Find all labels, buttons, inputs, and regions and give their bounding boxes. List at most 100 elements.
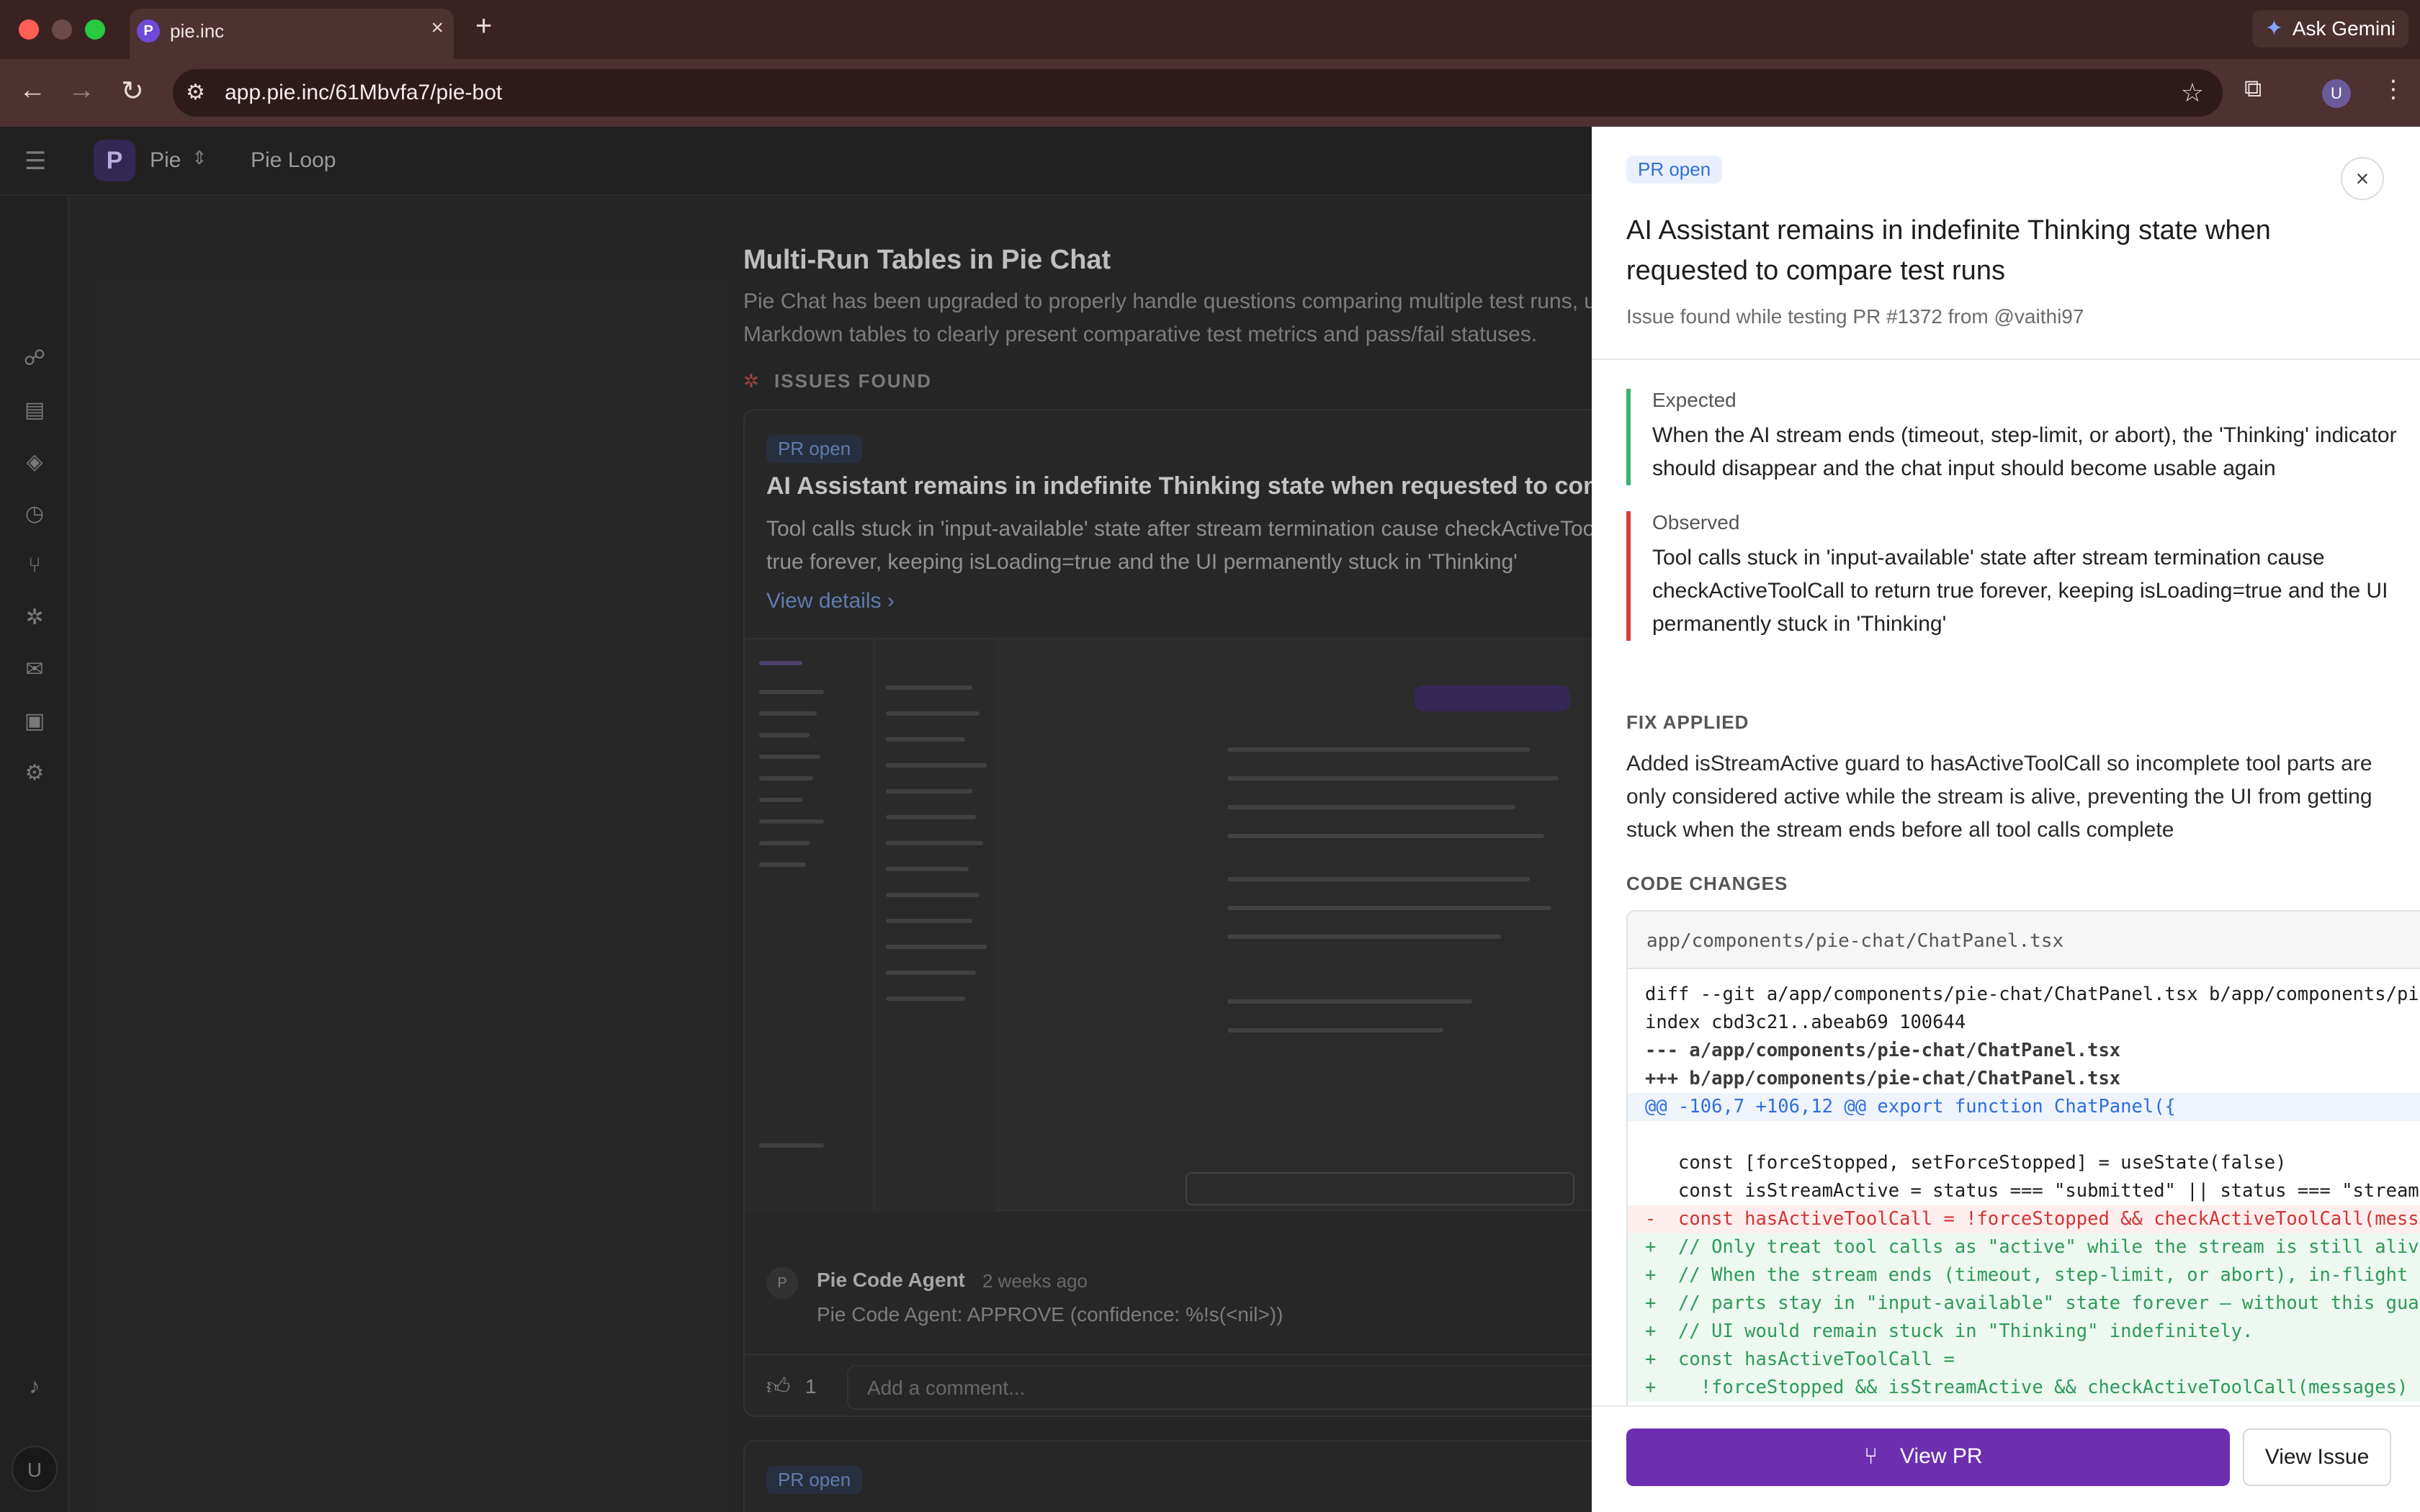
hamburger-menu-icon[interactable]: ☰: [24, 147, 46, 176]
like-count: 1: [805, 1375, 817, 1398]
view-pr-button[interactable]: ⑂ View PR: [1626, 1428, 2230, 1486]
code-diff[interactable]: app/components/pie-chat/ChatPanel.tsx di…: [1626, 910, 2420, 1414]
comment-placeholder: Add a comment...: [867, 1377, 1026, 1399]
browser-menu-icon[interactable]: ⋮: [2381, 75, 2406, 104]
code-line: + !forceStopped && isStreamActive && che…: [1628, 1374, 2420, 1402]
profile-avatar[interactable]: U: [2322, 79, 2351, 108]
browser-tab-bar: P pie.inc × + ✦ Ask Gemini: [0, 0, 2420, 59]
bookmark-star-icon[interactable]: ☆: [2181, 78, 2204, 108]
gemini-sparkle-icon: ✦: [2264, 17, 2283, 40]
status-badge: PR open: [1626, 156, 1723, 184]
pull-request-icon[interactable]: ⑂: [22, 553, 48, 579]
user-avatar[interactable]: U: [12, 1446, 58, 1492]
code-line: + // When the stream ends (timeout, step…: [1628, 1261, 2420, 1290]
browser-tab[interactable]: P pie.inc ×: [130, 9, 454, 59]
observed-label: Observed: [1652, 511, 1740, 534]
code-line: + const hasActiveToolCall =: [1628, 1346, 2420, 1374]
ask-gemini-button[interactable]: ✦ Ask Gemini: [2251, 10, 2408, 48]
code-line: - const hasActiveToolCall = !forceStoppe…: [1628, 1205, 2420, 1233]
chevron-right-icon: ›: [887, 589, 895, 613]
reload-icon[interactable]: ↻: [121, 75, 144, 107]
observed-box: Observed Tool calls stuck in 'input-avai…: [1626, 511, 2419, 641]
issues-found-text: ISSUES FOUND: [774, 370, 933, 392]
expected-text: When the AI stream ends (timeout, step-l…: [1652, 423, 2397, 480]
fix-applied-label: FIX APPLIED: [1626, 711, 1749, 733]
comment-author: Pie Code Agent: [817, 1269, 965, 1291]
app-window: ☰ P Pie ⇕ Pie Loop ☍ ▤ ◈ ◷ ⑂ ✲ ✉ ▣ ⚙ ♪ U…: [0, 127, 1592, 1512]
main-content: Multi-Run Tables in Pie Chat Pie Chat ha…: [69, 196, 1592, 1512]
settings-icon[interactable]: ⚙: [22, 760, 48, 786]
code-file-path: app/components/pie-chat/ChatPanel.tsx: [1628, 912, 2420, 969]
app-sidebar: ☍ ▤ ◈ ◷ ⑂ ✲ ✉ ▣ ⚙ ♪ U: [0, 196, 69, 1512]
address-bar[interactable]: ⚙ app.pie.inc/61Mbvfa7/pie-bot ☆: [173, 69, 2223, 117]
screenshot-sidebar: [745, 639, 874, 1212]
issues-found-label: ✲ ISSUES FOUND: [743, 370, 932, 392]
forward-arrow-icon[interactable]: →: [68, 75, 95, 106]
code-line: const [forceStopped, setForceStopped] = …: [1645, 1152, 2287, 1174]
window-minimize-button[interactable]: [52, 19, 72, 40]
comment-bar: 👍︎ 1 Add a comment...: [745, 1354, 1592, 1416]
layers-icon[interactable]: ◈: [22, 449, 48, 475]
code-line: @@ -106,7 +106,12 @@ export function Cha…: [1628, 1093, 2420, 1121]
code-lines: diff --git a/app/components/pie-chat/Cha…: [1628, 981, 2420, 1402]
window-close-button[interactable]: [19, 19, 39, 40]
groups-icon[interactable]: ☍: [22, 346, 48, 372]
drawer-title: AI Assistant remains in indefinite Think…: [1626, 215, 2271, 286]
app-header: ☰ P Pie ⇕ Pie Loop: [0, 127, 1592, 196]
screenshot-chat-input: [1186, 1172, 1574, 1205]
code-line: index cbd3c21..abeab69 100644: [1645, 1012, 1966, 1033]
bug-icon[interactable]: ✲: [22, 605, 48, 631]
expected-label: Expected: [1652, 389, 1736, 411]
code-line: + // parts stay in "input-available" sta…: [1628, 1290, 2420, 1318]
agent-avatar: P: [766, 1267, 798, 1299]
issue-screenshot[interactable]: [745, 638, 1592, 1212]
divider: [1592, 359, 2420, 360]
close-icon[interactable]: ×: [2341, 157, 2384, 200]
feature-title: Multi-Run Tables in Pie Chat: [743, 245, 1111, 275]
issue-card[interactable]: PR open: [743, 1440, 1592, 1512]
new-tab-icon[interactable]: +: [475, 10, 492, 42]
window-maximize-button[interactable]: [85, 19, 105, 40]
thumbs-up-icon[interactable]: 👍︎: [766, 1372, 790, 1400]
status-badge: PR open: [766, 1466, 863, 1494]
workspace-name[interactable]: Pie: [150, 148, 181, 173]
pull-request-icon: ⑂: [1864, 1443, 1878, 1469]
view-issue-button[interactable]: View Issue: [2243, 1428, 2391, 1486]
history-icon[interactable]: ◷: [22, 501, 48, 527]
bot-icon[interactable]: ▣: [22, 708, 48, 734]
expected-box: Expected When the AI stream ends (timeou…: [1626, 389, 2419, 485]
code-line: + // UI would remain stuck in "Thinking"…: [1628, 1318, 2420, 1346]
back-arrow-icon[interactable]: ←: [19, 75, 46, 106]
lens-search-icon[interactable]: ⧉: [2244, 75, 2262, 103]
screenshot-prompt-button: [1415, 685, 1570, 711]
comment-body: Pie Code Agent: APPROVE (confidence: %!s…: [817, 1303, 1283, 1326]
tab-close-icon[interactable]: ×: [431, 16, 444, 40]
clipboard-icon[interactable]: ▤: [22, 397, 48, 423]
comment-input[interactable]: Add a comment...: [847, 1365, 1592, 1410]
view-details-link[interactable]: View details ›: [766, 589, 895, 613]
tab-title: pie.inc: [170, 20, 225, 42]
issue-title: AI Assistant remains in indefinite Think…: [766, 472, 1592, 500]
browser-toolbar: ← → ↻ ⚙ app.pie.inc/61Mbvfa7/pie-bot ☆ ⧉…: [0, 59, 2420, 127]
feature-description: Pie Chat has been upgraded to properly h…: [743, 289, 1592, 346]
chat-icon[interactable]: ✉: [22, 657, 48, 683]
screenshot-conversation-list: [876, 639, 998, 1212]
code-line: +++ b/app/components/pie-chat/ChatPanel.…: [1645, 1068, 2121, 1089]
issue-card[interactable]: PR open AI Assistant remains in indefini…: [743, 409, 1592, 1417]
observed-text: Tool calls stuck in 'input-available' st…: [1652, 546, 2388, 636]
code-line: + // Only treat tool calls as "active" w…: [1628, 1233, 2420, 1261]
code-line: const isStreamActive = status === "submi…: [1645, 1180, 2420, 1202]
breadcrumb[interactable]: Pie Loop: [251, 148, 336, 173]
drawer-footer: ⑂ View PR View Issue: [1592, 1405, 2420, 1512]
pie-logo[interactable]: P: [94, 140, 135, 181]
view-pr-label: View PR: [1900, 1444, 1983, 1468]
site-settings-icon[interactable]: ⚙: [186, 80, 205, 105]
comment-timestamp: 2 weeks ago: [982, 1270, 1088, 1292]
code-line: diff --git a/app/components/pie-chat/Cha…: [1645, 984, 2420, 1005]
chevron-up-down-icon[interactable]: ⇕: [192, 147, 207, 169]
notification-bell-icon[interactable]: ♪: [22, 1374, 48, 1400]
status-badge: PR open: [766, 435, 863, 463]
bug-icon: ✲: [743, 370, 761, 392]
pie-favicon-icon: P: [137, 19, 160, 42]
